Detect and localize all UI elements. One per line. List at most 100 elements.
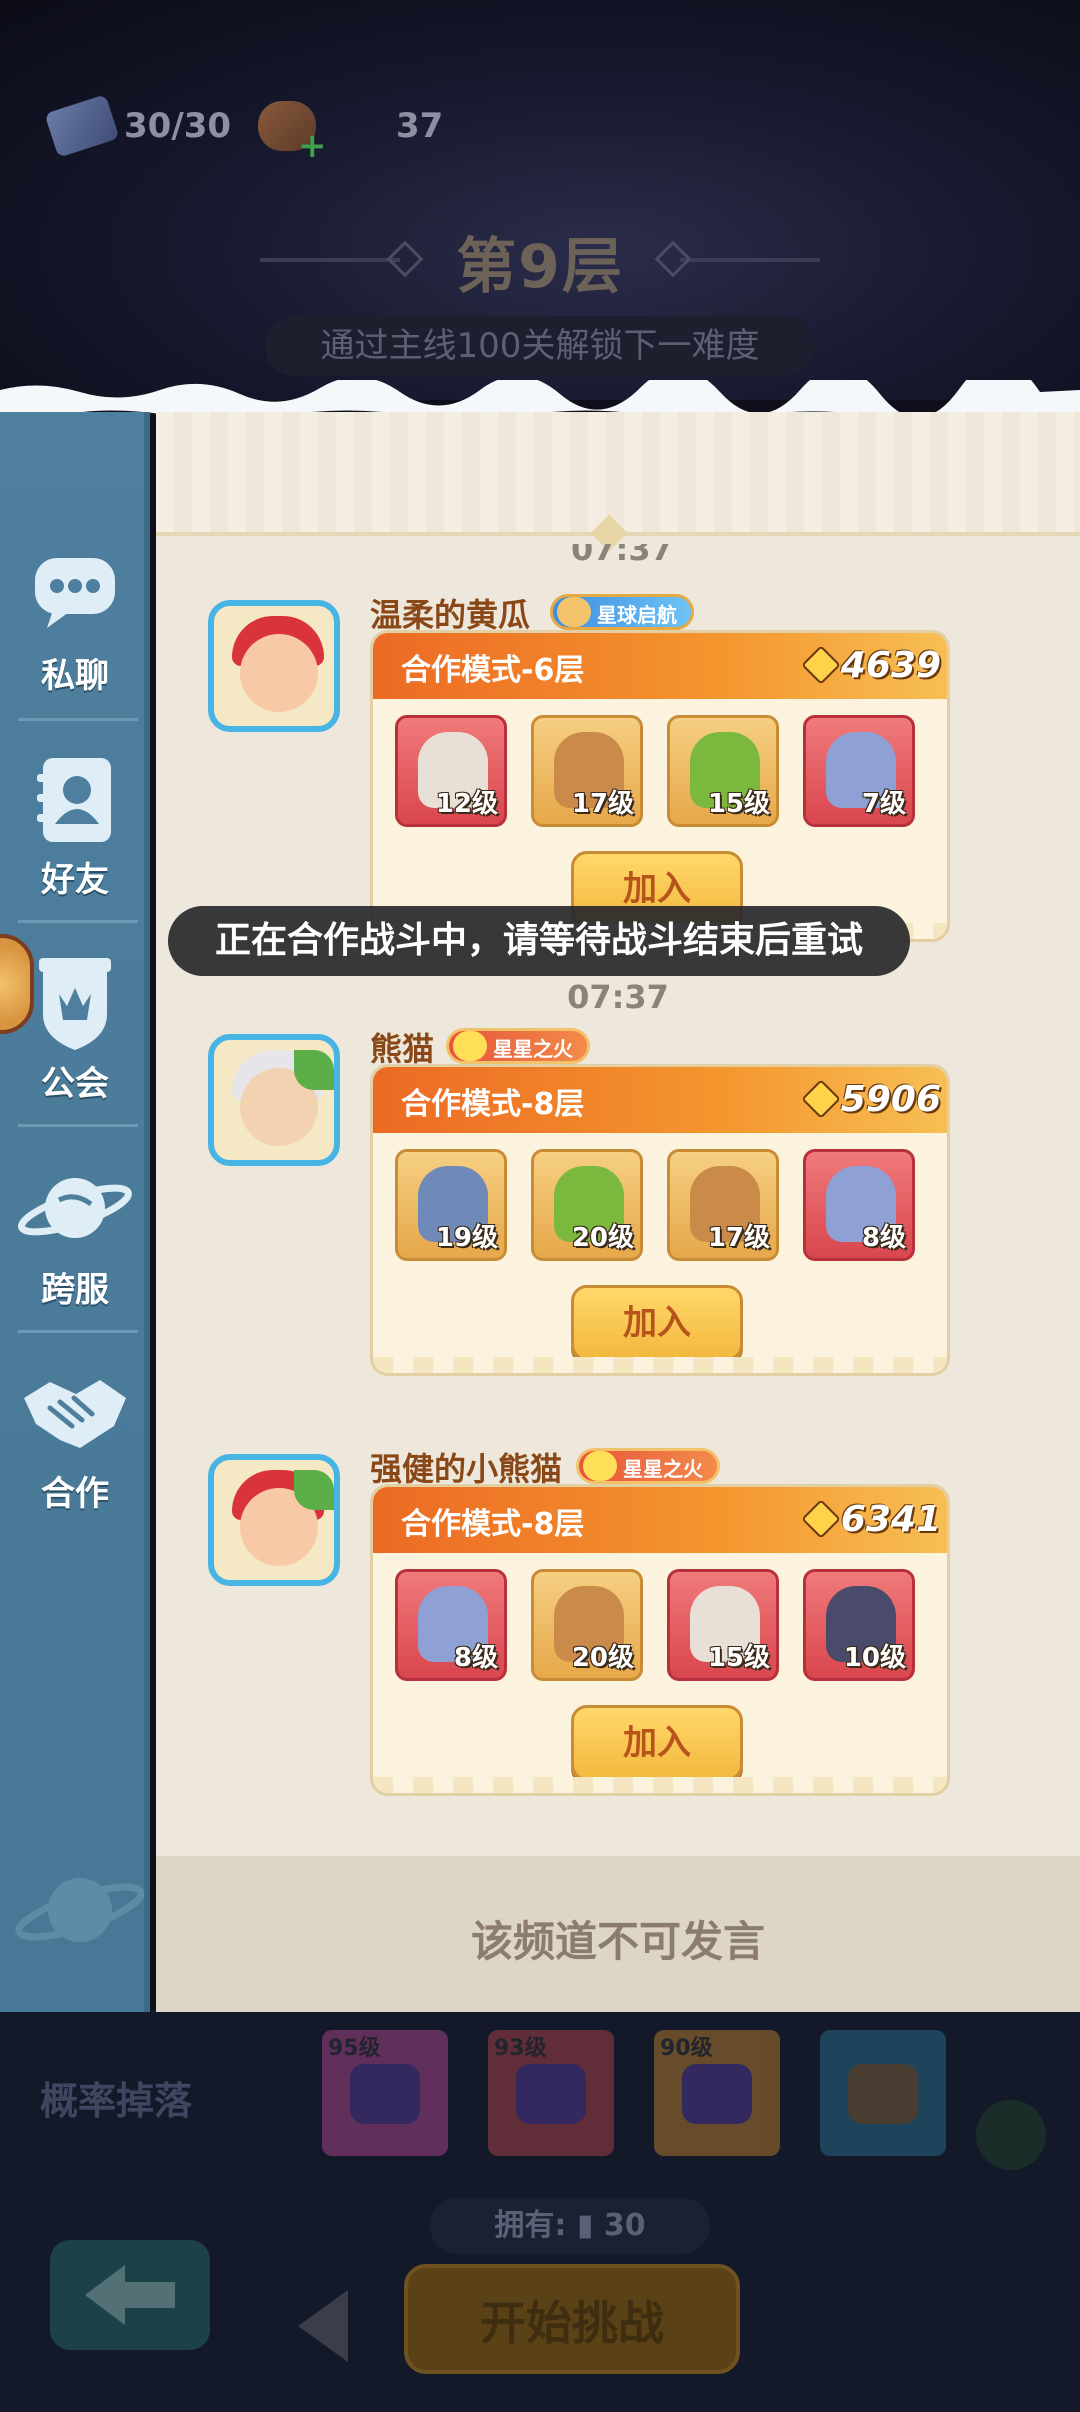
badge-text: 星球启航	[597, 603, 677, 627]
drop-item[interactable]: 90级	[654, 2030, 780, 2156]
hero-slot: 20级	[531, 1569, 643, 1681]
hero-slot: 17级	[667, 1149, 779, 1261]
hero-level: 19级	[435, 1223, 498, 1253]
content-header-pattern	[156, 412, 1080, 552]
hero-level: 17级	[707, 1223, 770, 1253]
join-button[interactable]: 加入	[571, 1705, 743, 1781]
hero-slot: 19级	[395, 1149, 507, 1261]
chat-content: 07:37 温柔的黄瓜 星球启航 合作模式-6层 4639 12级 17级 15…	[156, 412, 1080, 2012]
combat-power: 6341	[800, 1495, 941, 1543]
hero-level: 17级	[571, 789, 634, 819]
coop-invite-card: 合作模式-8层 6341 8级 20级 15级 10级 加入	[370, 1484, 950, 1796]
palm-leaf-icon	[294, 1050, 334, 1090]
armor-icon	[350, 2064, 420, 2124]
start-challenge-button[interactable]: 开始挑战	[404, 2264, 740, 2374]
star-badge-icon	[557, 597, 591, 627]
sidebar-divider	[18, 920, 138, 923]
drop-chest[interactable]	[820, 2030, 946, 2156]
hero-lineup: 12级 17级 15级 7级	[395, 715, 935, 831]
sidebar-item-friends[interactable]: 好友	[0, 754, 150, 954]
armor-icon	[682, 2064, 752, 2124]
drop-item[interactable]: 95级	[322, 2030, 448, 2156]
sidebar-item-private-chat[interactable]: 私聊	[0, 552, 150, 752]
food-resource[interactable]: + 37	[258, 96, 444, 166]
hero-slot: 12级	[395, 715, 507, 827]
join-button[interactable]: 加入	[571, 1285, 743, 1361]
sidebar-divider	[18, 1124, 138, 1127]
check-icon[interactable]	[976, 2100, 1046, 2170]
combat-power: 5906	[800, 1075, 941, 1123]
avatar[interactable]	[208, 1454, 340, 1586]
sidebar-divider	[18, 1330, 138, 1333]
coop-mode: 合作模式-8层	[401, 1087, 585, 1122]
food-count: 37	[396, 106, 444, 146]
hero-slot: 15级	[667, 715, 779, 827]
title-badge: 星球启航	[550, 594, 694, 630]
handshake-icon	[24, 1380, 126, 1448]
title-badge: 星星之火	[446, 1028, 590, 1064]
drop-level: 90级	[660, 2036, 713, 2061]
hero-level: 7级	[861, 789, 906, 819]
back-button[interactable]	[50, 2240, 210, 2350]
disabled-notice: 该频道不可发言	[470, 1917, 765, 1966]
own-label: 拥有:	[494, 2208, 567, 2243]
drop-label: 概率掉落	[40, 2079, 193, 2123]
flame-badge-icon	[583, 1451, 617, 1481]
card-header: 合作模式-6层 4639	[373, 633, 947, 699]
coop-invite-card: 合作模式-6层 4639 12级 17级 15级 7级 加入	[370, 630, 950, 942]
plus-icon[interactable]: +	[298, 126, 327, 166]
power-value: 5906	[840, 1078, 941, 1120]
ticket-resource: 30/30	[44, 94, 231, 158]
coop-mode: 合作模式-8层	[401, 1507, 585, 1542]
hero-level: 15级	[707, 1643, 770, 1673]
hero-level: 8级	[861, 1223, 906, 1253]
power-value: 6341	[840, 1498, 941, 1540]
hero-slot: 15级	[667, 1569, 779, 1681]
hero-level: 12级	[435, 789, 498, 819]
floor-title: 第9层	[456, 232, 624, 302]
sword-icon	[800, 645, 841, 685]
hero-slot: 8级	[803, 1149, 915, 1261]
chat-input-disabled-bar: 该频道不可发言	[156, 1856, 1080, 2012]
sidebar-item-label: 私聊	[41, 656, 109, 696]
flame-badge-icon	[453, 1031, 487, 1061]
ticket-icon	[44, 94, 120, 158]
ticket-icon: ▮	[576, 2208, 594, 2243]
sidebar-item-label: 跨服	[41, 1270, 109, 1310]
planet-watermark-icon	[15, 1878, 145, 1942]
timestamp-partial: 07:37	[571, 544, 673, 562]
toast-message: 正在合作战斗中，请等待战斗结束后重试	[168, 906, 910, 976]
sidebar-item-label: 合作	[41, 1474, 109, 1514]
drop-level: 93级	[494, 2036, 547, 2061]
badge-text: 星星之火	[623, 1457, 703, 1481]
card-header: 合作模式-8层 5906	[373, 1067, 947, 1133]
planet-icon	[18, 1178, 132, 1238]
hero-level: 20级	[571, 1643, 634, 1673]
coop-mode: 合作模式-6层	[401, 653, 585, 688]
card-header: 合作模式-8层 6341	[373, 1487, 947, 1553]
sidebar-item-cooperation[interactable]: 合作	[0, 1368, 150, 1568]
hero-slot: 7级	[803, 715, 915, 827]
guild-medal-icon	[0, 934, 34, 1034]
timestamp: 07:37	[567, 978, 669, 1016]
chest-icon	[848, 2064, 918, 2124]
avatar[interactable]	[208, 600, 340, 732]
drop-level: 95级	[328, 2036, 381, 2061]
hero-level: 10级	[843, 1643, 906, 1673]
hero-level: 15级	[707, 789, 770, 819]
friends-icon	[37, 758, 111, 842]
unlock-hint: 通过主线100关解锁下一难度	[265, 316, 815, 376]
back-arrow-icon	[85, 2265, 175, 2325]
avatar[interactable]	[208, 1034, 340, 1166]
drop-item[interactable]: 93级	[488, 2030, 614, 2156]
own-value: 30	[603, 2208, 646, 2243]
sidebar-item-cross-server[interactable]: 跨服	[0, 1164, 150, 1364]
avatar-face	[240, 634, 318, 712]
sidebar-item-label: 公会	[41, 1064, 109, 1104]
palm-leaf-icon	[294, 1470, 334, 1510]
armor-icon	[516, 2064, 586, 2124]
sidebar-divider	[18, 718, 138, 721]
prev-floor-arrow-icon[interactable]	[298, 2290, 348, 2362]
own-bar: 拥有: ▮ 30	[430, 2198, 710, 2254]
hero-slot: 17级	[531, 715, 643, 827]
